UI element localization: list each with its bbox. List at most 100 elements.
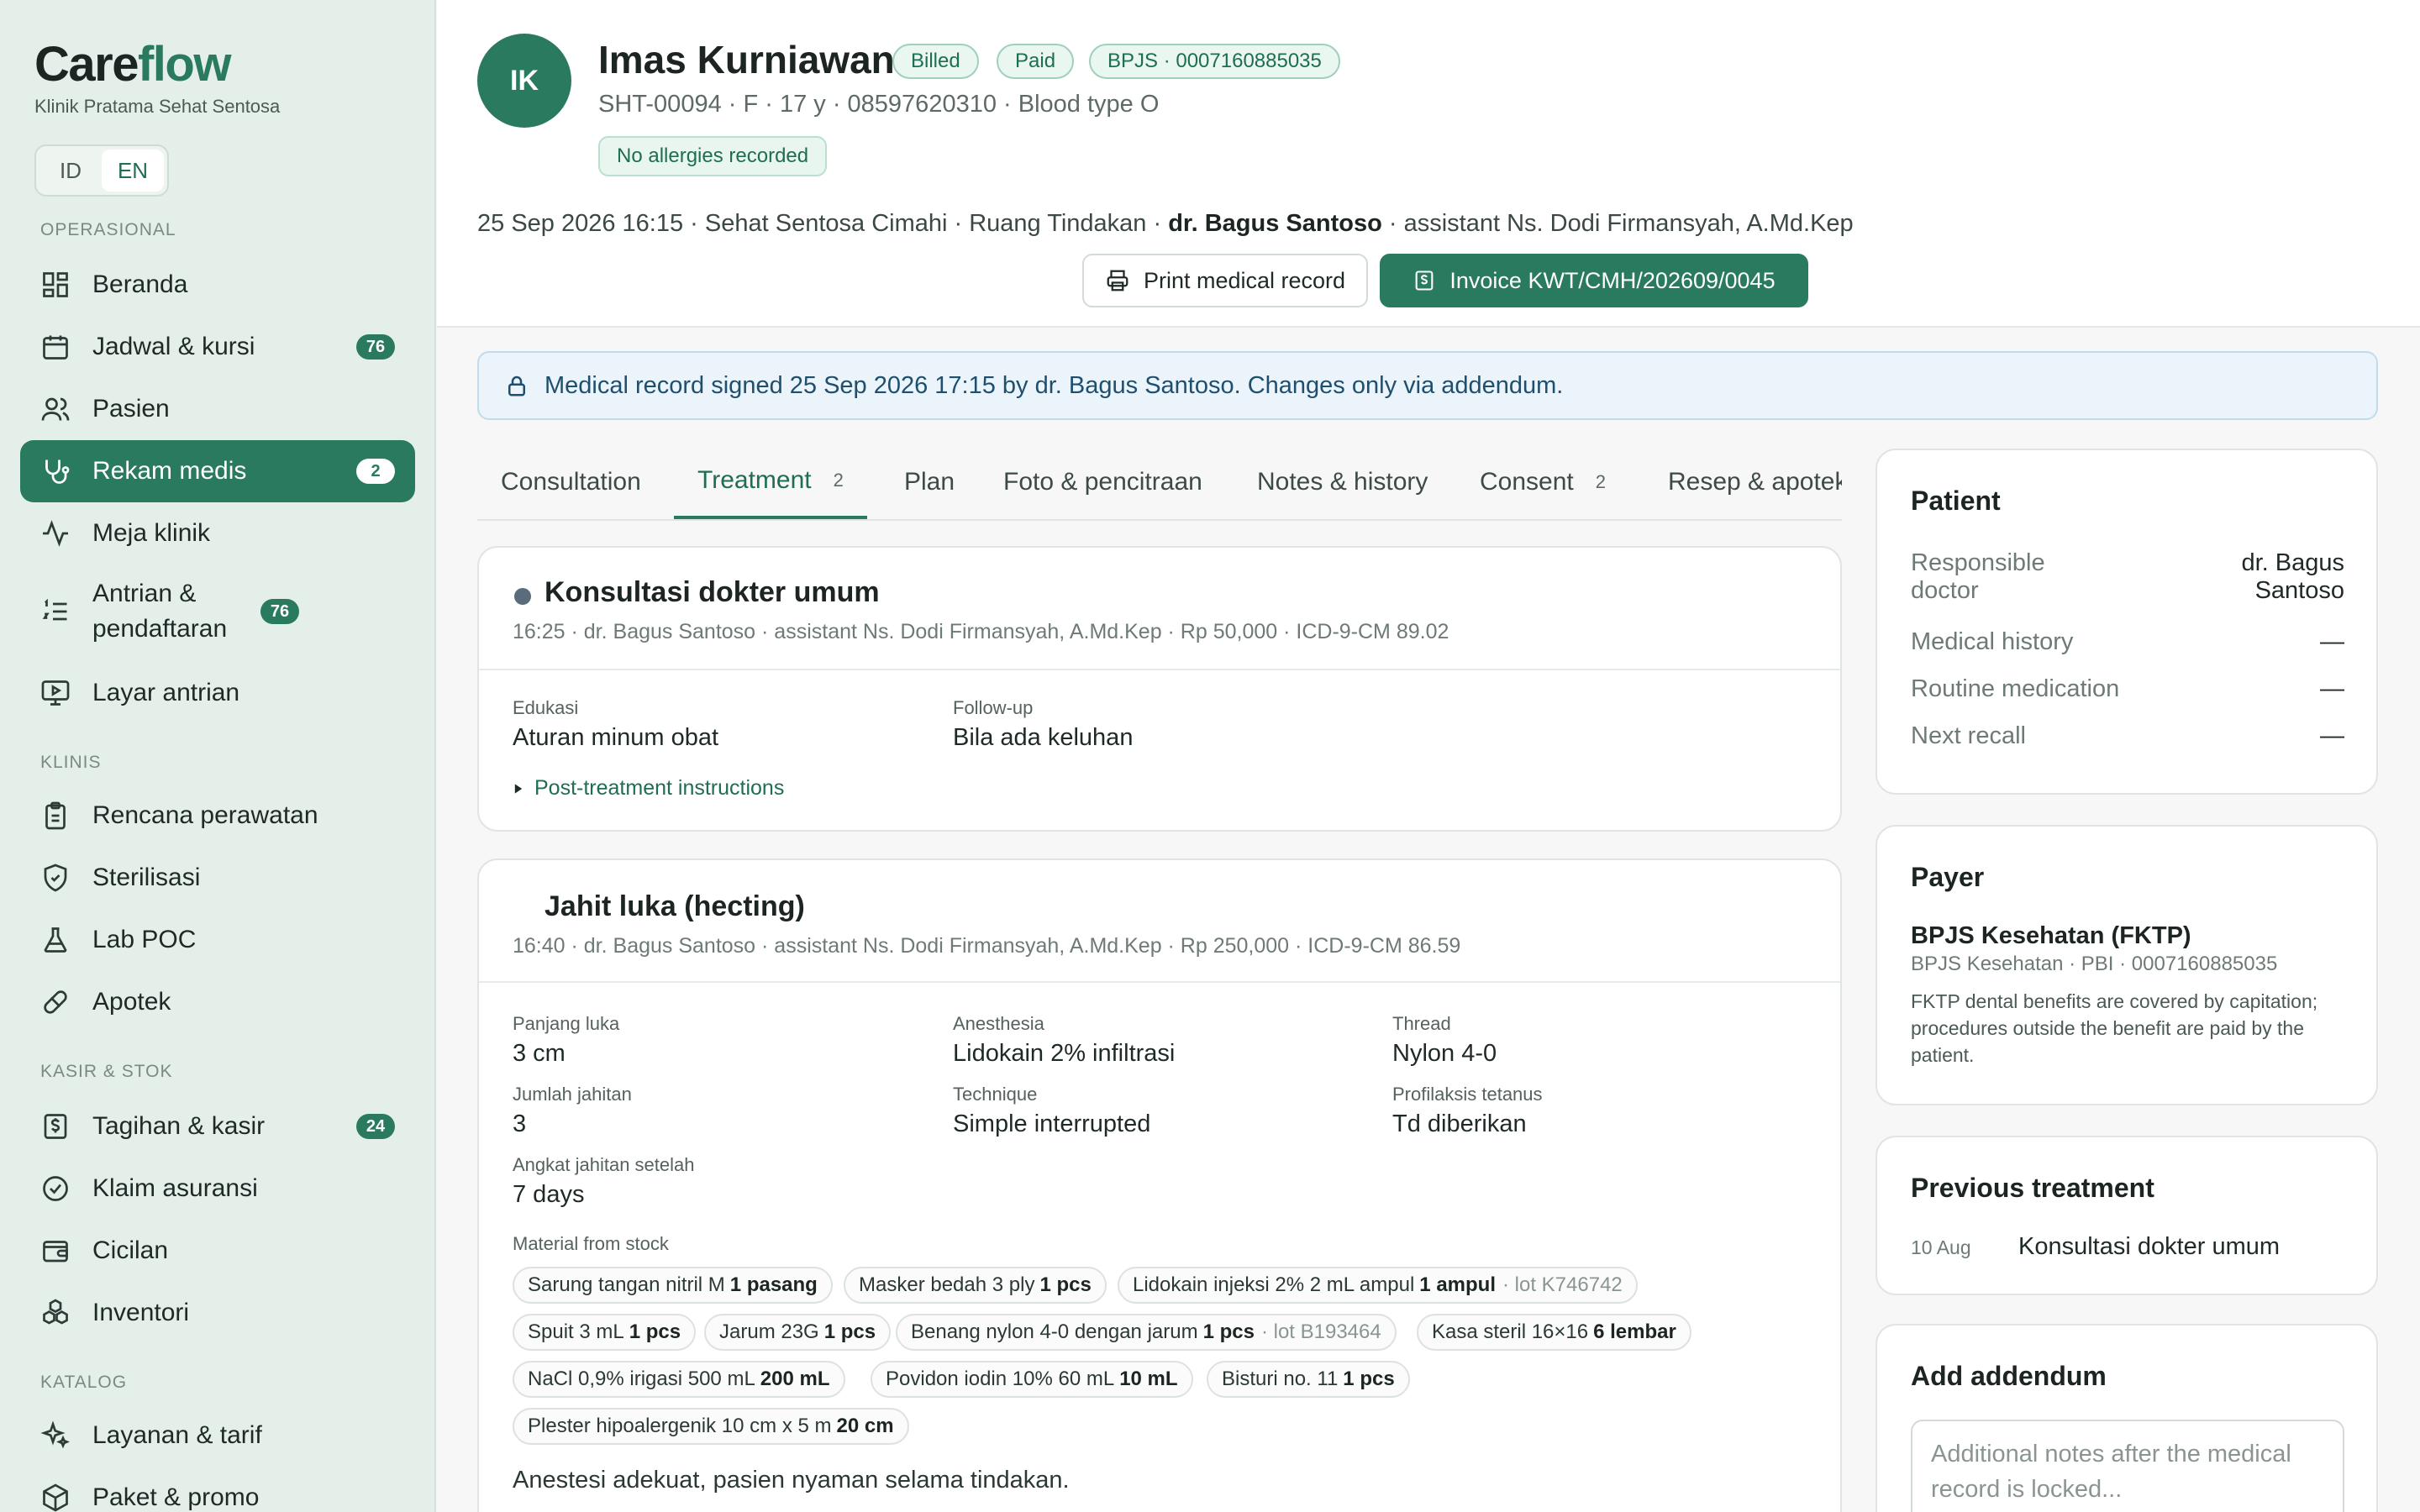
sidebar-item-cicilan[interactable]: Cicilan [20, 1220, 415, 1282]
lock-icon [504, 373, 529, 398]
language-switch: ID EN [34, 144, 169, 197]
material-chip: Masker bedah 3 ply 1 pcs [844, 1267, 1107, 1304]
previous-treatment-link[interactable]: Konsultasi dokter umum [2018, 1233, 2280, 1261]
print-label: Print medical record [1143, 267, 1346, 293]
sidebar-item-layanan-tarif[interactable]: Layanan & tarif [20, 1404, 415, 1467]
activity-icon [40, 518, 71, 549]
materials-label: Material from stock [513, 1233, 669, 1254]
count-badge: 76 [356, 334, 395, 360]
sidebar: Careflow Klinik Pratama Sehat Sentosa ID… [0, 0, 436, 1512]
count-badge: 24 [356, 1114, 395, 1139]
locked-record-banner: Medical record signed 25 Sep 2026 17:15 … [477, 351, 2378, 420]
sidebar-item-rencana-perawatan[interactable]: Rencana perawatan [20, 785, 415, 847]
field-jumlah-jahitan: Jumlah jahitan 3 [513, 1084, 632, 1137]
previous-treatment-date: 10 Aug [1911, 1236, 1971, 1258]
sparkles-icon [40, 1420, 71, 1451]
tab-foto-pencitraan[interactable]: Foto & pencitraan [1003, 445, 1202, 519]
material-chip: Jarum 23G 1 pcs [704, 1314, 892, 1351]
material-chip: Benang nylon 4-0 dengan jarum 1 pcs · lot … [896, 1314, 1397, 1351]
procedure-card: Jahit luka (hecting) 16:40 · dr. Bagus S… [477, 858, 1842, 1512]
payer-details: BPJS Kesehatan · PBI · 0007160885035 [1911, 953, 2278, 975]
field-thread: Thread Nylon 4-0 [1392, 1013, 1497, 1067]
sidebar-item-label: Rencana perawatan [92, 801, 318, 829]
sidebar-item-antrian[interactable]: Antrian & pendaftaran 76 [20, 564, 415, 659]
calendar-icon [40, 332, 71, 362]
row-responsible-doctor: Responsible doctor dr. Bagus Santoso [1911, 549, 2344, 604]
sidebar-item-pasien[interactable]: Pasien [20, 378, 415, 440]
sidebar-item-sterilisasi[interactable]: Sterilisasi [20, 847, 415, 909]
divider [479, 669, 1840, 670]
wallet-icon [40, 1236, 71, 1266]
sidebar-item-layar-antrian[interactable]: Layar antrian [20, 662, 415, 724]
shield-check-icon [40, 863, 71, 893]
material-chip: Sarung tangan nitril M1 pasang [513, 1267, 833, 1304]
count-badge: 76 [260, 599, 299, 624]
sidebar-item-jadwal[interactable]: Jadwal & kursi 76 [20, 316, 415, 378]
row-medical-history: Medical history — [1911, 628, 2344, 655]
patient-header: IK Imas Kurniawan Billed Paid BPJS · 000… [437, 0, 2420, 328]
dashboard-icon [40, 270, 71, 300]
sidebar-item-tagihan[interactable]: Tagihan & kasir 24 [20, 1095, 415, 1158]
tab-notes-history[interactable]: Notes & history [1257, 445, 1428, 519]
material-chip: Povidon iodin 10% 60 mL 10 mL [871, 1361, 1193, 1398]
panel-title: Patient [1911, 486, 2001, 516]
payer-note: FKTP dental benefits are covered by capi… [1911, 990, 2318, 1066]
tab-consultation[interactable]: Consultation [501, 445, 641, 519]
patient-meta: SHT-00094 · F · 17 y · 08597620310 · Blo… [598, 91, 1160, 118]
invoice-button[interactable]: Invoice KWT/CMH/202609/0045 [1380, 254, 1808, 307]
field-panjang-luka: Panjang luka 3 cm [513, 1013, 620, 1067]
field-profilaksis-tetanus: Profilaksis tetanus Td diberikan [1392, 1084, 1543, 1137]
lang-id-option[interactable]: ID [39, 150, 102, 192]
payer-panel: Payer BPJS Kesehatan (FKTP) BPJS Kesehat… [1876, 825, 2378, 1105]
post-treatment-toggle[interactable]: Post-treatment instructions [513, 776, 784, 801]
panel-title: Payer [1911, 862, 1985, 892]
count-badge: 2 [356, 459, 395, 484]
sidebar-item-label: Pasien [92, 395, 170, 423]
sidebar-item-rekam-medis[interactable]: Rekam medis 2 [20, 440, 415, 502]
stethoscope-icon [40, 456, 71, 486]
procedure-meta: 16:40 · dr. Bagus Santoso · assistant Ns… [513, 934, 1461, 958]
brand-logo: Careflow [34, 37, 231, 92]
field-follow-up: Follow-up Bila ada keluhan [953, 697, 1134, 751]
addendum-panel: Add addendum [1876, 1324, 2378, 1512]
material-chip: Lidokain injeksi 2% 2 mL ampul 1 ampul · l… [1118, 1267, 1638, 1304]
tab-resep-apotek[interactable]: Resep & apotek [1668, 445, 1842, 519]
field-anesthesia: Anesthesia Lidokain 2% infiltrasi [953, 1013, 1176, 1067]
procedure-title: Konsultasi dokter umum [544, 576, 880, 608]
receipt-icon [1413, 269, 1436, 292]
bpjs-badge: BPJS · 0007160885035 [1089, 44, 1340, 79]
tab-treatment[interactable]: Treatment 2 [674, 445, 867, 519]
sidebar-item-paket-promo[interactable]: Paket & promo [20, 1467, 415, 1512]
lang-en-option[interactable]: EN [102, 150, 164, 192]
sidebar-item-label: Meja klinik [92, 519, 211, 547]
sidebar-item-meja-klinik[interactable]: Meja klinik [20, 502, 415, 564]
list-ordered-icon [40, 596, 71, 627]
procedure-card: Konsultasi dokter umum 16:25 · dr. Bagus… [477, 546, 1842, 832]
sidebar-item-inventori[interactable]: Inventori [20, 1282, 415, 1344]
allergy-badge: No allergies recorded [598, 136, 828, 176]
sidebar-item-apotek[interactable]: Apotek [20, 971, 415, 1033]
sidebar-item-klaim-asuransi[interactable]: Klaim asuransi [20, 1158, 415, 1220]
addendum-input[interactable] [1911, 1420, 2344, 1512]
visit-info: 25 Sep 2026 16:15 · Sehat Sentosa Cimahi… [477, 210, 1854, 237]
record-tabs: Consultation Treatment 2 Plan Foto & penc… [477, 445, 1842, 521]
sidebar-item-label: Cicilan [92, 1236, 169, 1264]
sidebar-item-label: Lab POC [92, 926, 197, 953]
clinic-name: Klinik Pratama Sehat Sentosa [34, 96, 281, 117]
procedure-meta: 16:25 · dr. Bagus Santoso · assistant Ns… [513, 620, 1449, 643]
field-edukasi: Edukasi Aturan minum obat [513, 697, 719, 751]
nav-section-title: KATALOG [40, 1373, 128, 1392]
patient-panel: Patient Responsible doctor dr. Bagus Santo… [1876, 449, 2378, 795]
print-medical-record-button[interactable]: Print medical record [1082, 254, 1368, 307]
row-next-recall: Next recall — [1911, 722, 2344, 749]
sidebar-item-label: Antrian & pendaftaran [92, 580, 228, 643]
panel-title: Add addendum [1911, 1361, 2107, 1391]
payer-name: BPJS Kesehatan (FKTP) [1911, 922, 2191, 949]
tab-plan[interactable]: Plan [904, 445, 955, 519]
sidebar-item-label: Paket & promo [92, 1483, 260, 1511]
tab-consent[interactable]: Consent 2 [1480, 445, 1606, 519]
sidebar-item-label: Layar antrian [92, 679, 240, 706]
material-chip: Plester hipoalergenik 10 cm x 5 m 20 cm [513, 1408, 909, 1445]
sidebar-item-beranda[interactable]: Beranda [20, 254, 415, 316]
sidebar-item-lab-poc[interactable]: Lab POC [20, 909, 415, 971]
